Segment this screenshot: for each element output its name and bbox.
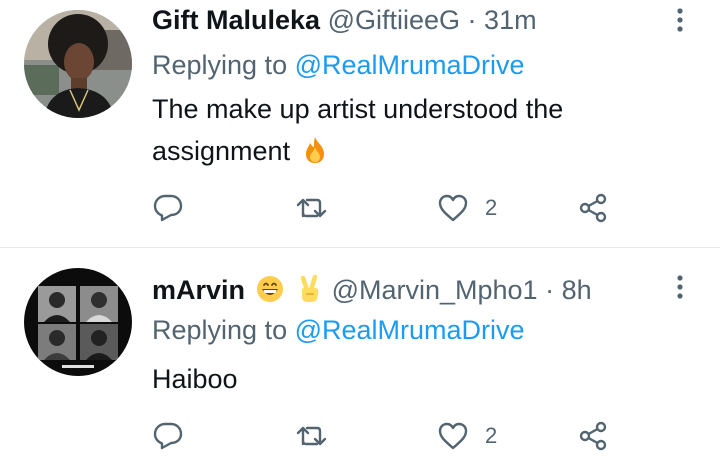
author-name[interactable]: Gift Maluleka: [152, 5, 320, 35]
reply-icon: [152, 192, 184, 224]
heart-icon: [437, 420, 469, 452]
fire-emoji-icon: [300, 135, 330, 165]
reply-button[interactable]: [152, 416, 184, 456]
like-count: 2: [485, 195, 498, 220]
replying-prefix: Replying to: [152, 315, 295, 345]
like-button[interactable]: 2: [437, 188, 497, 228]
timestamp[interactable]: 8h: [562, 275, 592, 305]
author-handle[interactable]: @Marvin_Mpho1: [332, 275, 538, 305]
replying-to-line: Replying to @RealMrumaDrive: [152, 48, 525, 82]
avatar[interactable]: [24, 268, 132, 376]
share-button[interactable]: [577, 188, 609, 228]
timestamp[interactable]: 31m: [484, 5, 537, 35]
replying-to-line: Replying to @RealMrumaDrive: [152, 313, 525, 347]
avatar-photo: [24, 268, 132, 376]
avatar-photo: [24, 10, 132, 118]
retweet-button[interactable]: [295, 416, 329, 456]
tweet-header: mArvin @Marvin_Mpho1 · 8h: [152, 273, 592, 307]
tweet-actions: 2: [152, 188, 672, 228]
heart-icon: [437, 192, 469, 224]
author-handle[interactable]: @GiftiieeG: [328, 5, 460, 35]
tweet-text-content: Haiboo: [152, 364, 238, 394]
tweet-header: Gift Maluleka @GiftiieeG · 31m: [152, 3, 537, 37]
replying-prefix: Replying to: [152, 50, 295, 80]
victory-hand-emoji-icon: [294, 274, 324, 304]
separator-dot: ·: [545, 275, 555, 305]
retweet-icon: [295, 420, 329, 452]
share-icon: [577, 192, 609, 224]
tweet-text: The make up artist understood the assign…: [152, 88, 672, 172]
avatar[interactable]: [24, 10, 132, 118]
tweet-actions: 2: [152, 416, 672, 456]
tweet-reply[interactable]: Gift Maluleka @GiftiieeG · 31m Replying …: [0, 0, 720, 247]
tweet-text-content: The make up artist understood the assign…: [152, 94, 564, 166]
like-count: 2: [485, 423, 498, 448]
more-options-icon[interactable]: [670, 5, 690, 35]
mention-link[interactable]: @RealMrumaDrive: [295, 315, 525, 345]
mention-link[interactable]: @RealMrumaDrive: [295, 50, 525, 80]
reply-icon: [152, 420, 184, 452]
author-name[interactable]: mArvin: [152, 275, 245, 305]
tweet-reply[interactable]: mArvin @Marvin_Mpho1 · 8h Replying to @R…: [0, 248, 720, 470]
separator-dot: ·: [467, 5, 477, 35]
retweet-icon: [295, 192, 329, 224]
grinning-face-emoji-icon: [255, 274, 285, 304]
share-button[interactable]: [577, 416, 609, 456]
tweet-text: Haiboo: [152, 358, 672, 400]
share-icon: [577, 420, 609, 452]
reply-button[interactable]: [152, 188, 184, 228]
more-options-icon[interactable]: [670, 272, 690, 302]
like-button[interactable]: 2: [437, 416, 497, 456]
retweet-button[interactable]: [295, 188, 329, 228]
